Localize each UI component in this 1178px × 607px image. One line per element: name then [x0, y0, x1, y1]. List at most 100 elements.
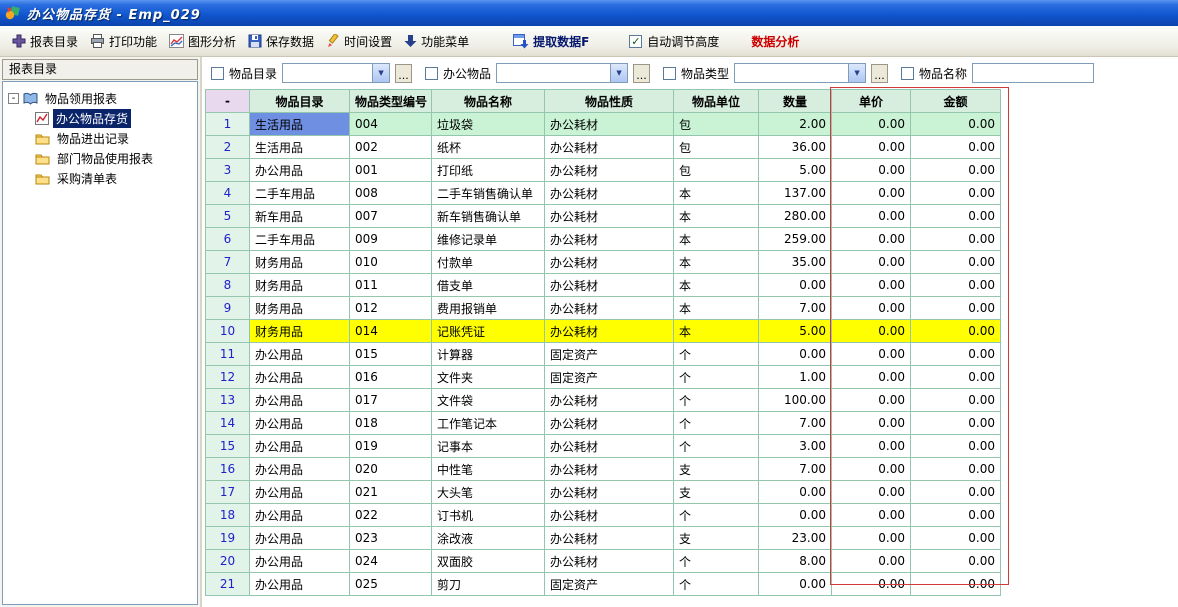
- cell[interactable]: 二手车用品: [250, 228, 350, 251]
- catalog-checkbox[interactable]: [211, 67, 224, 80]
- type-more-button[interactable]: ...: [871, 64, 888, 83]
- cell[interactable]: 100.00: [759, 389, 832, 412]
- cell[interactable]: 0.00: [911, 136, 1001, 159]
- cell[interactable]: 财务用品: [250, 320, 350, 343]
- cell[interactable]: 支: [674, 458, 759, 481]
- cell[interactable]: 办公耗材: [545, 412, 674, 435]
- cell[interactable]: 015: [350, 343, 432, 366]
- cell[interactable]: 0.00: [832, 527, 911, 550]
- chevron-down-icon[interactable]: ▼: [610, 64, 627, 82]
- cell[interactable]: 本: [674, 274, 759, 297]
- row-number[interactable]: 8: [206, 274, 250, 297]
- cell[interactable]: 工作笔记本: [432, 412, 545, 435]
- cell[interactable]: 016: [350, 366, 432, 389]
- cell[interactable]: 办公耗材: [545, 113, 674, 136]
- cell[interactable]: 0.00: [911, 274, 1001, 297]
- cell[interactable]: 008: [350, 182, 432, 205]
- cell[interactable]: 0.00: [911, 343, 1001, 366]
- sidebar-item-office-inventory[interactable]: 办公物品存货: [3, 108, 197, 128]
- cell[interactable]: 0.00: [832, 481, 911, 504]
- cell[interactable]: 7.00: [759, 297, 832, 320]
- tree-item-label[interactable]: 部门物品使用报表: [54, 149, 156, 168]
- cell[interactable]: 个: [674, 504, 759, 527]
- column-header[interactable]: 物品名称: [432, 90, 545, 113]
- row-number[interactable]: 13: [206, 389, 250, 412]
- cell[interactable]: 0.00: [911, 504, 1001, 527]
- cell[interactable]: 二手车销售确认单: [432, 182, 545, 205]
- cell[interactable]: 35.00: [759, 251, 832, 274]
- row-number[interactable]: 21: [206, 573, 250, 596]
- cell[interactable]: 办公耗材: [545, 251, 674, 274]
- column-header[interactable]: 物品类型编号: [350, 90, 432, 113]
- cell[interactable]: 办公用品: [250, 412, 350, 435]
- cell[interactable]: 011: [350, 274, 432, 297]
- print-button[interactable]: 打印功能: [84, 30, 163, 53]
- cell[interactable]: 0.00: [911, 113, 1001, 136]
- cell[interactable]: 0.00: [832, 412, 911, 435]
- cell[interactable]: 办公耗材: [545, 389, 674, 412]
- cell[interactable]: 014: [350, 320, 432, 343]
- cell[interactable]: 0.00: [911, 251, 1001, 274]
- cell[interactable]: 垃圾袋: [432, 113, 545, 136]
- cell[interactable]: 0.00: [911, 228, 1001, 251]
- cell[interactable]: 0.00: [911, 159, 1001, 182]
- cell[interactable]: 付款单: [432, 251, 545, 274]
- cell[interactable]: 004: [350, 113, 432, 136]
- cell[interactable]: 个: [674, 389, 759, 412]
- cell[interactable]: 个: [674, 412, 759, 435]
- cell[interactable]: 018: [350, 412, 432, 435]
- column-header[interactable]: 单价: [832, 90, 911, 113]
- cell[interactable]: 办公用品: [250, 366, 350, 389]
- cell[interactable]: 固定资产: [545, 343, 674, 366]
- cell[interactable]: 财务用品: [250, 297, 350, 320]
- cell[interactable]: 019: [350, 435, 432, 458]
- cell[interactable]: 办公用品: [250, 159, 350, 182]
- cell[interactable]: 文件袋: [432, 389, 545, 412]
- tree-item-label[interactable]: 物品进出记录: [54, 129, 132, 148]
- cell[interactable]: 办公用品: [250, 527, 350, 550]
- cell[interactable]: 2.00: [759, 113, 832, 136]
- cell[interactable]: 0.00: [832, 320, 911, 343]
- tree-item-label[interactable]: 办公物品存货: [53, 109, 131, 128]
- cell[interactable]: 办公耗材: [545, 205, 674, 228]
- cell[interactable]: 0.00: [911, 297, 1001, 320]
- cell[interactable]: 借支单: [432, 274, 545, 297]
- cell[interactable]: 新车用品: [250, 205, 350, 228]
- cell[interactable]: 涂改液: [432, 527, 545, 550]
- cell[interactable]: 办公耗材: [545, 481, 674, 504]
- sidebar-item-in-out-record[interactable]: 物品进出记录: [3, 128, 197, 148]
- cell[interactable]: 个: [674, 573, 759, 596]
- cell[interactable]: 个: [674, 550, 759, 573]
- cell[interactable]: 本: [674, 251, 759, 274]
- office-item-checkbox[interactable]: [425, 67, 438, 80]
- cell[interactable]: 0.00: [911, 320, 1001, 343]
- cell[interactable]: 新车销售确认单: [432, 205, 545, 228]
- column-header[interactable]: 数量: [759, 90, 832, 113]
- cell[interactable]: 021: [350, 481, 432, 504]
- cell[interactable]: 137.00: [759, 182, 832, 205]
- graph-analysis-button[interactable]: 图形分析: [163, 30, 242, 53]
- cell[interactable]: 办公耗材: [545, 320, 674, 343]
- column-header[interactable]: 物品单位: [674, 90, 759, 113]
- cell[interactable]: 010: [350, 251, 432, 274]
- cell[interactable]: 办公用品: [250, 573, 350, 596]
- row-number[interactable]: 9: [206, 297, 250, 320]
- cell[interactable]: 办公用品: [250, 389, 350, 412]
- tree-root[interactable]: - 物品领用报表: [3, 88, 197, 108]
- cell[interactable]: 017: [350, 389, 432, 412]
- row-number[interactable]: 12: [206, 366, 250, 389]
- cell[interactable]: 0.00: [911, 205, 1001, 228]
- data-analysis-button[interactable]: 数据分析: [745, 30, 805, 53]
- cell[interactable]: 办公用品: [250, 504, 350, 527]
- cell[interactable]: 0.00: [832, 205, 911, 228]
- row-number[interactable]: 7: [206, 251, 250, 274]
- cell[interactable]: 0.00: [832, 228, 911, 251]
- cell[interactable]: 计算器: [432, 343, 545, 366]
- cell[interactable]: 订书机: [432, 504, 545, 527]
- cell[interactable]: 包: [674, 113, 759, 136]
- cell[interactable]: 020: [350, 458, 432, 481]
- row-number[interactable]: 10: [206, 320, 250, 343]
- column-header[interactable]: 物品性质: [545, 90, 674, 113]
- cell[interactable]: 280.00: [759, 205, 832, 228]
- row-number[interactable]: 2: [206, 136, 250, 159]
